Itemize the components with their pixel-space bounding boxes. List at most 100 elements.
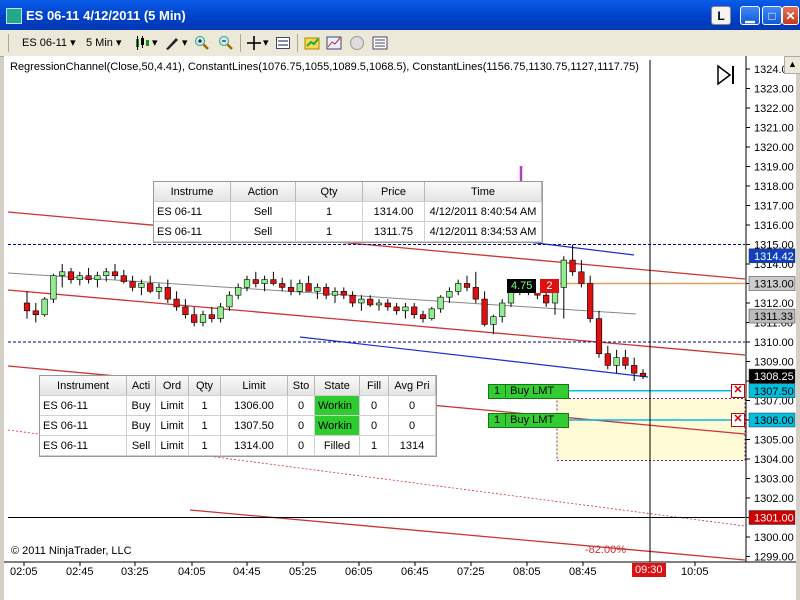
down-candle[interactable] bbox=[578, 271, 585, 284]
up-candle[interactable] bbox=[76, 275, 83, 280]
down-candle[interactable] bbox=[622, 357, 629, 366]
up-candle[interactable] bbox=[437, 296, 444, 310]
down-candle[interactable] bbox=[147, 283, 154, 292]
down-candle[interactable] bbox=[120, 275, 127, 282]
down-candle[interactable] bbox=[349, 294, 356, 304]
down-candle[interactable] bbox=[182, 306, 189, 315]
order-tag-qty: 1 bbox=[489, 384, 507, 397]
down-candle[interactable] bbox=[111, 271, 119, 276]
up-candle[interactable] bbox=[560, 259, 567, 288]
down-candle[interactable] bbox=[305, 283, 312, 292]
down-candle[interactable] bbox=[393, 306, 400, 312]
down-candle[interactable] bbox=[411, 306, 418, 315]
down-candle[interactable] bbox=[279, 283, 286, 288]
up-candle[interactable] bbox=[402, 306, 409, 312]
executions-column-header[interactable]: Instrume bbox=[154, 182, 231, 202]
down-candle[interactable] bbox=[164, 287, 171, 300]
price-marker-label: 1307.50 bbox=[754, 386, 794, 398]
down-candle[interactable] bbox=[604, 353, 611, 366]
up-candle[interactable] bbox=[455, 283, 462, 292]
down-candle[interactable] bbox=[85, 275, 92, 280]
executions-row[interactable]: ES 06-11 Sell 1 1311.75 4/12/2011 8:34:53 AM bbox=[154, 221, 542, 242]
orders-column-header[interactable]: Acti bbox=[126, 376, 156, 396]
up-candle[interactable] bbox=[50, 275, 57, 300]
orders-column-header[interactable]: Ord bbox=[155, 376, 189, 396]
orders-cell: 0 bbox=[359, 415, 389, 436]
up-candle[interactable] bbox=[507, 290, 515, 304]
down-candle[interactable] bbox=[384, 302, 391, 308]
orders-column-header[interactable]: Qty bbox=[188, 376, 221, 396]
cancel-order-icon[interactable]: ✕ bbox=[731, 413, 745, 427]
orders-row[interactable]: ES 06-11 Buy Limit 1 1307.50 0 Workin 0 0 bbox=[40, 415, 436, 436]
scroll-up-button[interactable]: ▲ bbox=[784, 56, 800, 74]
up-candle[interactable] bbox=[59, 271, 66, 276]
down-candle[interactable] bbox=[419, 314, 427, 319]
price-tick-label: 1300.00 bbox=[754, 532, 794, 544]
orders-row[interactable]: ES 06-11 Sell Limit 1 1314.00 0 Filled 1 1314 bbox=[40, 435, 436, 456]
down-candle[interactable] bbox=[463, 283, 471, 288]
executions-column-header[interactable]: Action bbox=[230, 182, 296, 202]
cancel-order-icon[interactable]: ✕ bbox=[731, 383, 745, 398]
down-candle[interactable] bbox=[587, 283, 594, 319]
down-candle[interactable] bbox=[287, 287, 295, 292]
orders-column-header[interactable]: Avg Pri bbox=[388, 376, 436, 396]
down-candle[interactable] bbox=[595, 318, 603, 355]
down-candle[interactable] bbox=[543, 294, 550, 304]
up-candle[interactable] bbox=[428, 308, 435, 319]
up-candle[interactable] bbox=[375, 302, 383, 306]
down-candle[interactable] bbox=[32, 310, 39, 315]
orders-cell: Sell bbox=[126, 435, 156, 456]
up-candle[interactable] bbox=[490, 316, 497, 325]
up-candle[interactable] bbox=[217, 306, 224, 319]
up-candle[interactable] bbox=[155, 287, 163, 292]
down-candle[interactable] bbox=[23, 302, 31, 312]
up-candle[interactable] bbox=[261, 279, 268, 284]
up-candle[interactable] bbox=[358, 298, 365, 304]
orders-row[interactable]: ES 06-11 Buy Limit 1 1306.00 0 Workin 0 0 bbox=[40, 395, 436, 416]
down-candle[interactable] bbox=[67, 271, 75, 280]
scroll-to-end-icon[interactable] bbox=[716, 64, 738, 86]
up-candle[interactable] bbox=[235, 287, 242, 296]
up-candle[interactable] bbox=[199, 314, 207, 323]
up-candle[interactable] bbox=[499, 302, 506, 317]
down-candle[interactable] bbox=[639, 372, 647, 377]
down-candle[interactable] bbox=[340, 290, 347, 296]
order-tag[interactable]: 1 Buy LMT bbox=[488, 383, 570, 399]
up-candle[interactable] bbox=[138, 283, 145, 288]
up-candle[interactable] bbox=[613, 357, 620, 366]
down-candle[interactable] bbox=[252, 279, 259, 284]
down-candle[interactable] bbox=[631, 365, 638, 374]
up-candle[interactable] bbox=[94, 275, 101, 280]
orders-column-header[interactable]: Limit bbox=[220, 376, 288, 396]
position-badge[interactable]: 4.75 2 bbox=[507, 279, 559, 293]
order-tag[interactable]: 1 Buy LMT bbox=[488, 413, 570, 428]
orders-column-header[interactable]: State bbox=[314, 376, 360, 396]
up-candle[interactable] bbox=[41, 298, 48, 316]
orders-column-header[interactable]: Fill bbox=[359, 376, 389, 396]
down-candle[interactable] bbox=[323, 287, 330, 296]
orders-column-header[interactable]: Instrument bbox=[40, 376, 127, 396]
up-candle[interactable] bbox=[296, 283, 303, 292]
up-candle[interactable] bbox=[103, 271, 110, 276]
up-candle[interactable] bbox=[331, 290, 339, 296]
executions-column-header[interactable]: Qty bbox=[295, 182, 363, 202]
executions-column-header[interactable]: Price bbox=[362, 182, 425, 202]
down-candle[interactable] bbox=[569, 259, 576, 273]
down-candle[interactable] bbox=[208, 314, 215, 319]
up-candle[interactable] bbox=[314, 287, 321, 292]
down-candle[interactable] bbox=[472, 287, 479, 300]
executions-row[interactable]: ES 06-11 Sell 1 1314.00 4/12/2011 8:40:54 AM bbox=[154, 201, 542, 222]
executions-column-header[interactable]: Time bbox=[424, 182, 542, 202]
down-candle[interactable] bbox=[173, 298, 180, 308]
down-candle[interactable] bbox=[129, 281, 136, 288]
up-candle[interactable] bbox=[226, 294, 233, 308]
price-chart[interactable]: 1324.0 1323.00 1322.00 1321.00 1320.00 1319.0… bbox=[0, 0, 800, 600]
orders-column-header[interactable]: Sto bbox=[287, 376, 315, 396]
down-candle[interactable] bbox=[367, 298, 374, 306]
up-candle[interactable] bbox=[446, 290, 453, 298]
up-candle[interactable] bbox=[243, 279, 251, 288]
down-candle[interactable] bbox=[481, 298, 488, 325]
down-candle[interactable] bbox=[191, 314, 198, 323]
down-candle[interactable] bbox=[270, 279, 277, 284]
price-tick-label: 1316.00 bbox=[754, 220, 794, 232]
